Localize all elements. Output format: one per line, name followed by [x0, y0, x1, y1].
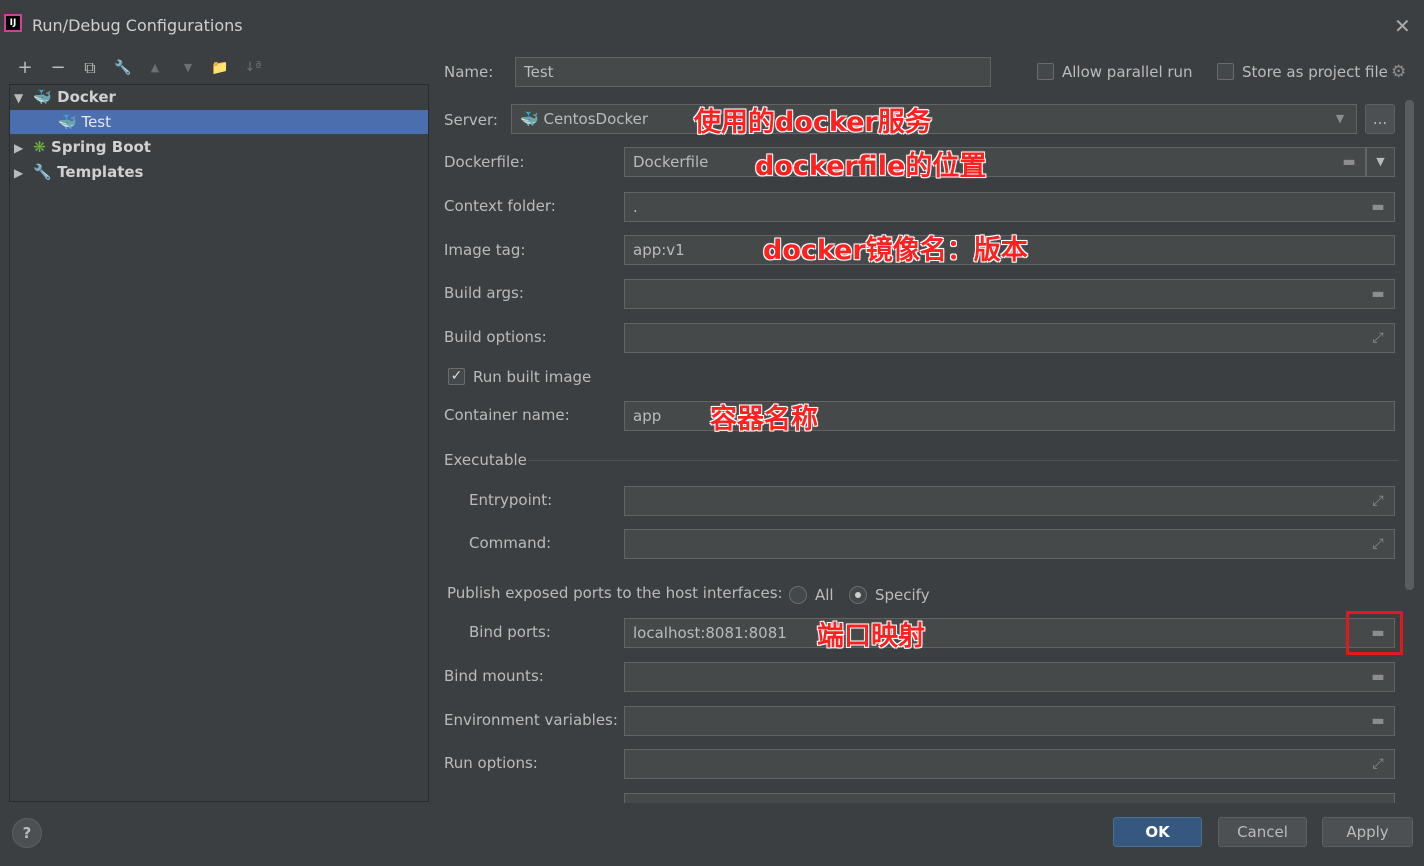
remove-config-button[interactable]: − [47, 57, 69, 79]
docker-icon: 🐳 [520, 110, 539, 128]
tree-node-label: Spring Boot [51, 138, 151, 156]
dockerfile-dropdown-chevron-icon[interactable]: ▼ [1366, 147, 1395, 177]
build-options-label: Build options: [444, 328, 547, 346]
expand-icon[interactable]: ⤢ [1368, 535, 1388, 553]
close-icon[interactable]: ✕ [1394, 14, 1411, 38]
annotation-image-tag: docker镜像名：版本 [763, 235, 1028, 266]
move-up-button[interactable]: ▲ [144, 57, 166, 79]
publish-ports-label: Publish exposed ports to the host interf… [447, 584, 783, 602]
command-field[interactable]: ⤢ [624, 529, 1395, 559]
tree-node-label: Templates [57, 163, 144, 181]
allow-parallel-checkbox[interactable] [1037, 63, 1054, 80]
folder-icon[interactable]: ▬ [1339, 153, 1359, 171]
expand-icon[interactable]: ⤢ [1368, 329, 1388, 347]
entrypoint-field[interactable]: ⤢ [624, 486, 1395, 516]
dockerfile-label: Dockerfile: [444, 153, 525, 171]
tree-node-label: Docker [57, 88, 116, 106]
folder-icon[interactable]: ▬ [1368, 668, 1388, 686]
bind-mounts-label: Bind mounts: [444, 667, 544, 685]
expanded-arrow-icon: ▼ [14, 91, 24, 105]
folder-icon[interactable]: ▬ [1368, 285, 1388, 303]
ok-button[interactable]: OK [1113, 817, 1202, 847]
docker-icon: 🐳 [33, 88, 52, 106]
radio-specify-label: Specify [875, 586, 930, 604]
container-name-label: Container name: [444, 406, 570, 424]
bind-ports-highlight-box [1346, 611, 1403, 655]
tree-node-docker[interactable]: ▼ 🐳 Docker [14, 85, 116, 109]
intellij-app-icon: IJ [4, 14, 22, 32]
context-folder-label: Context folder: [444, 197, 556, 215]
sort-button[interactable]: ↓ª [242, 57, 264, 79]
radio-all[interactable] [789, 586, 807, 604]
name-field[interactable]: Test [515, 57, 991, 87]
docker-icon: 🐳 [58, 113, 77, 131]
bind-ports-value: localhost:8081:8081 [633, 624, 787, 642]
run-built-image-label: Run built image [473, 368, 592, 386]
image-tag-label: Image tag: [444, 241, 526, 259]
move-down-button[interactable]: ▼ [177, 57, 199, 79]
gear-icon[interactable]: ⚙ [1391, 62, 1406, 82]
command-preview-field [624, 793, 1395, 803]
collapsed-arrow-icon: ▶ [14, 141, 24, 155]
folder-add-button[interactable]: 📁 [209, 57, 231, 79]
env-vars-field[interactable]: ▬ [624, 706, 1395, 736]
allow-parallel-label: Allow parallel run [1062, 63, 1193, 81]
radio-selected-dot [855, 592, 861, 598]
run-options-label: Run options: [444, 754, 538, 772]
add-config-button[interactable]: + [14, 57, 36, 79]
executable-divider [528, 460, 1398, 461]
spring-boot-icon: ❋ [33, 138, 46, 156]
cancel-button[interactable]: Cancel [1218, 817, 1307, 847]
dockerfile-value: Dockerfile [633, 153, 709, 171]
chevron-down-icon: ▼ [1335, 112, 1345, 125]
context-folder-field[interactable]: . ▬ [624, 192, 1395, 222]
server-select-value: CentosDocker [543, 110, 649, 128]
dockerfile-field[interactable]: Dockerfile ▬ [624, 147, 1366, 177]
window-title: Run/Debug Configurations [32, 16, 243, 35]
folder-icon[interactable]: ▬ [1368, 712, 1388, 730]
collapsed-arrow-icon: ▶ [14, 166, 24, 180]
annotation-ports: 端口映射 [817, 621, 925, 652]
config-tree [9, 84, 429, 802]
build-options-field[interactable]: ⤢ [624, 323, 1395, 353]
name-label: Name: [444, 63, 494, 81]
entrypoint-label: Entrypoint: [469, 491, 553, 509]
copy-config-button[interactable]: ⧉ [79, 57, 101, 79]
build-args-label: Build args: [444, 284, 524, 302]
tree-node-templates[interactable]: ▶ 🔧 Templates [14, 160, 143, 184]
bind-ports-field[interactable]: localhost:8081:8081 ▬ [624, 618, 1395, 648]
server-label: Server: [444, 111, 498, 129]
wrench-icon: 🔧 [33, 163, 52, 181]
apply-button[interactable]: Apply [1322, 817, 1413, 847]
bind-ports-label: Bind ports: [469, 623, 551, 641]
annotation-dockerfile: dockerfile的位置 [755, 151, 987, 182]
run-options-field[interactable]: ⤢ [624, 749, 1395, 779]
expand-icon[interactable]: ⤢ [1368, 755, 1388, 773]
env-vars-label: Environment variables: [444, 711, 618, 729]
server-select[interactable]: 🐳 CentosDocker ▼ [511, 104, 1357, 134]
server-more-button[interactable]: ... [1365, 104, 1395, 134]
context-folder-value: . [633, 198, 638, 216]
tree-node-spring-boot[interactable]: ▶ ❋ Spring Boot [14, 135, 151, 159]
tree-node-test[interactable]: 🐳 Test [58, 110, 111, 134]
build-args-field[interactable]: ▬ [624, 279, 1395, 309]
edit-defaults-wrench-icon[interactable]: 🔧 [112, 57, 134, 79]
radio-all-label: All [815, 586, 834, 604]
command-label: Command: [469, 534, 552, 552]
annotation-container: 容器名称 [710, 404, 818, 435]
bind-mounts-field[interactable]: ▬ [624, 662, 1395, 692]
folder-icon[interactable]: ▬ [1368, 198, 1388, 216]
store-project-checkbox[interactable] [1217, 63, 1234, 80]
store-project-label: Store as project file [1242, 63, 1388, 81]
executable-section-title: Executable [444, 451, 527, 469]
run-built-image-checkbox[interactable]: ✓ [448, 368, 465, 385]
expand-icon[interactable]: ⤢ [1368, 492, 1388, 510]
tree-node-label: Test [81, 113, 112, 131]
form-scrollbar[interactable] [1405, 100, 1414, 590]
radio-specify[interactable] [849, 586, 867, 604]
annotation-server: 使用的docker服务 [694, 107, 932, 138]
help-button[interactable]: ? [12, 818, 42, 848]
